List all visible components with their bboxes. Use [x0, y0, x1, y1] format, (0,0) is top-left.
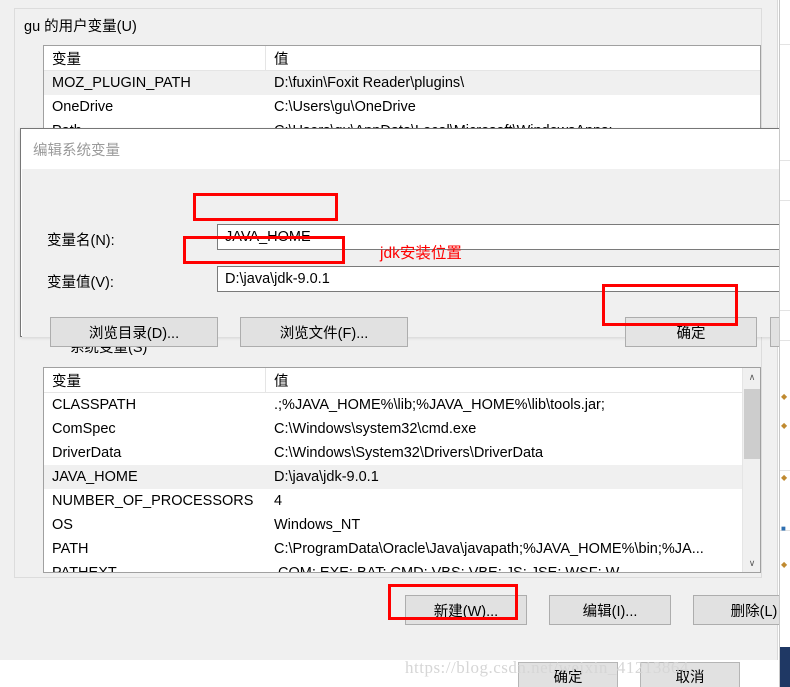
- folder-icon: ◆: [781, 421, 788, 430]
- window-ok-button[interactable]: 确定: [518, 662, 618, 687]
- table-row[interactable]: DriverData C:\Windows\System32\Drivers\D…: [44, 441, 743, 465]
- system-var-name: CLASSPATH: [52, 397, 137, 413]
- system-var-value: 4: [274, 493, 283, 509]
- delete-button[interactable]: 删除(L): [693, 595, 790, 625]
- system-var-value: .COM;.EXE;.BAT;.CMD;.VBS;.VBE;.JS;.JSE;.…: [266, 565, 743, 572]
- system-var-name: DriverData: [52, 445, 122, 461]
- system-var-value: C:\ProgramData\Oracle\Java\javapath;%JAV…: [274, 541, 704, 557]
- background-window-sliver: ◆ ◆ ◆ ■ ◆: [779, 0, 790, 687]
- system-var-name: JAVA_HOME: [52, 469, 138, 485]
- table-row[interactable]: OneDrive C:\Users\gu\OneDrive: [44, 95, 760, 119]
- system-table-scrollbar[interactable]: ∧ ∨: [742, 368, 760, 572]
- user-var-value: D:\fuxin\Foxit Reader\plugins\: [274, 75, 465, 91]
- variable-value-input[interactable]: D:\java\jdk-9.0.1: [217, 266, 790, 292]
- system-var-name: OS: [52, 517, 73, 533]
- user-variables-table[interactable]: 变量 值 MOZ_PLUGIN_PATH D:\fuxin\Foxit Read…: [43, 45, 761, 139]
- system-table-body: CLASSPATH .;%JAVA_HOME%\lib;%JAVA_HOME%\…: [44, 393, 743, 572]
- user-var-value: C:\Users\gu\OneDrive: [274, 99, 416, 115]
- annotation-note-jdk-path: jdk安装位置: [380, 245, 462, 262]
- table-row[interactable]: PATH C:\ProgramData\Oracle\Java\javapath…: [44, 537, 743, 561]
- system-var-value: C:\Windows\system32\cmd.exe: [274, 421, 477, 437]
- window-footer-actions: 确定 取消: [518, 662, 740, 687]
- taskbar-accent: [780, 647, 790, 687]
- system-var-value: C:\Windows\System32\Drivers\DriverData: [274, 445, 544, 461]
- new-button[interactable]: 新建(W)...: [405, 595, 527, 625]
- table-row[interactable]: CLASSPATH .;%JAVA_HOME%\lib;%JAVA_HOME%\…: [44, 393, 743, 417]
- scrollbar-thumb[interactable]: [744, 389, 760, 459]
- system-table-header: 变量 值: [44, 368, 760, 393]
- screenshot-root: gu 的用户变量(U) 变量 值 MOZ_PLUGIN_PATH D:\fuxi…: [0, 0, 790, 687]
- variable-name-label: 变量名(N):: [47, 233, 115, 249]
- window-cancel-button[interactable]: 取消: [640, 662, 740, 687]
- document-icon: ■: [781, 524, 786, 533]
- system-var-value: Windows_NT: [274, 517, 361, 533]
- table-row[interactable]: OS Windows_NT: [44, 513, 743, 537]
- user-var-name: MOZ_PLUGIN_PATH: [52, 75, 191, 91]
- table-row[interactable]: MOZ_PLUGIN_PATH D:\fuxin\Foxit Reader\pl…: [44, 71, 760, 95]
- table-row[interactable]: NUMBER_OF_PROCESSORS 4: [44, 489, 743, 513]
- system-var-name: PATHEXT: [44, 565, 266, 572]
- system-variables-actions: 新建(W)... 编辑(I)... 删除(L): [405, 595, 790, 625]
- user-table-header-variable[interactable]: 变量: [44, 46, 266, 70]
- table-row[interactable]: ComSpec C:\Windows\system32\cmd.exe: [44, 417, 743, 441]
- table-row[interactable]: JAVA_HOME D:\java\jdk-9.0.1: [44, 465, 743, 489]
- edit-system-variable-dialog: 编辑系统变量 变量名(N): JAVA_HOME 变量值(V): D:\java…: [20, 128, 790, 347]
- dialog-ok-button[interactable]: 确定: [625, 317, 757, 347]
- scroll-up-icon[interactable]: ∧: [743, 368, 761, 386]
- system-variables-table[interactable]: 变量 值 CLASSPATH .;%JAVA_HOME%\lib;%JAVA_H…: [43, 367, 761, 573]
- scroll-down-icon[interactable]: ∨: [743, 554, 761, 572]
- browse-file-button[interactable]: 浏览文件(F)...: [240, 317, 408, 347]
- system-var-name: PATH: [52, 541, 89, 557]
- system-var-value: D:\java\jdk-9.0.1: [274, 469, 379, 485]
- system-var-name: NUMBER_OF_PROCESSORS: [52, 493, 254, 509]
- system-table-header-variable[interactable]: 变量: [44, 368, 266, 392]
- folder-icon: ◆: [781, 473, 788, 482]
- system-var-name: ComSpec: [52, 421, 116, 437]
- variable-name-input[interactable]: JAVA_HOME: [217, 224, 790, 250]
- browse-directory-button[interactable]: 浏览目录(D)...: [50, 317, 218, 347]
- variable-value-label: 变量值(V):: [47, 275, 114, 291]
- user-variables-group-label: gu 的用户变量(U): [21, 15, 140, 36]
- edit-button[interactable]: 编辑(I)...: [549, 595, 671, 625]
- dialog-title: 编辑系统变量: [33, 143, 120, 159]
- user-table-header-value[interactable]: 值: [266, 48, 760, 69]
- folder-icon: ◆: [781, 560, 788, 569]
- system-table-header-value[interactable]: 值: [266, 370, 760, 391]
- user-table-header: 变量 值: [44, 46, 760, 71]
- folder-icon: ◆: [781, 392, 788, 401]
- table-row[interactable]: PATHEXT .COM;.EXE;.BAT;.CMD;.VBS;.VBE;.J…: [44, 561, 743, 572]
- user-var-name: OneDrive: [52, 99, 114, 115]
- system-var-value: .;%JAVA_HOME%\lib;%JAVA_HOME%\lib\tools.…: [274, 397, 605, 413]
